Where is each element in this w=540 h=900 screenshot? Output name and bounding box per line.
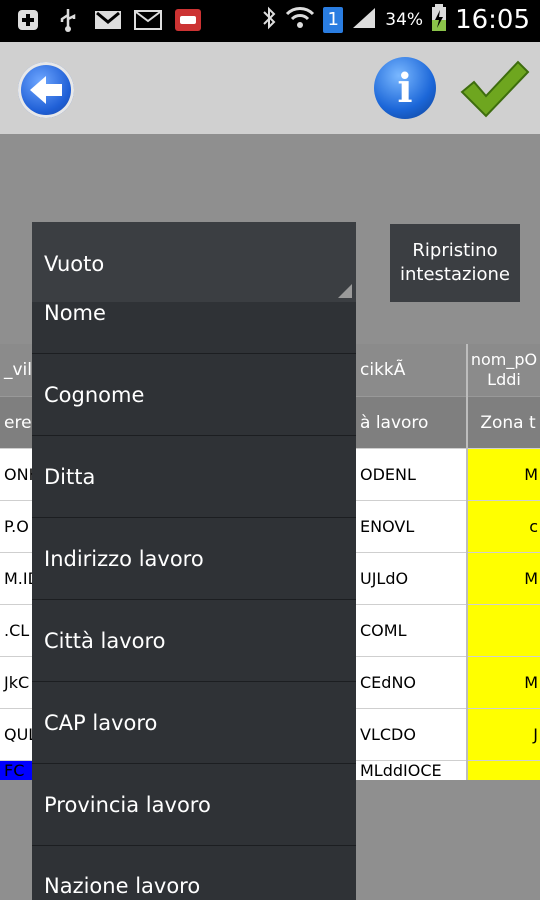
grid-cell[interactable]: .CL	[0, 604, 32, 656]
grid-cell[interactable]: COML	[356, 604, 466, 656]
battery-charging-icon	[431, 4, 447, 36]
grid-column-right: nom_pO Lddi Zona t M c M M J	[468, 344, 540, 780]
dropdown-item-label: Città lavoro	[44, 629, 166, 653]
grid-subheader: à lavoro	[356, 396, 466, 448]
grid-cell[interactable]: VLCDO	[356, 708, 466, 760]
dropdown-item-label: Nome	[44, 302, 106, 325]
back-arrow-icon	[30, 76, 62, 104]
car-icon	[174, 7, 202, 33]
grid-header: nom_pO Lddi	[468, 344, 540, 396]
dropdown-item[interactable]: Indirizzo lavoro	[32, 518, 356, 600]
grid-cell[interactable]: M.ID	[0, 552, 32, 604]
status-bar-system: 1 34% 16:05	[261, 4, 530, 36]
dropdown-item-label: Nazione lavoro	[44, 874, 201, 898]
back-button[interactable]	[18, 62, 74, 118]
clock-time: 16:05	[455, 5, 530, 35]
dropdown-item-label: Ditta	[44, 465, 96, 489]
dropdown-item[interactable]: Città lavoro	[32, 600, 356, 682]
spinner-selected-value: Vuoto	[44, 252, 105, 276]
dropdown-item-label: Cognome	[44, 383, 145, 407]
grid-subheader: Zona t	[468, 396, 540, 448]
grid-cell[interactable]: c	[468, 500, 540, 552]
grid-cell[interactable]: CEdNO	[356, 656, 466, 708]
grid-subheader: ereç	[0, 396, 41, 448]
grid-cell[interactable]: UJLdO	[356, 552, 466, 604]
reset-header-label-line2: intestazione	[400, 264, 510, 285]
grid-cell[interactable]: ODENL	[356, 448, 466, 500]
dropdown-item-label: Indirizzo lavoro	[44, 547, 204, 571]
dropdown-item[interactable]: Ditta	[32, 436, 356, 518]
grid-column-left: _vil ereç ONK P.O M.ID .CL JkC QUL FC	[0, 344, 41, 780]
notification-count: 1	[327, 9, 339, 30]
grid-cell[interactable]: P.O	[0, 500, 32, 552]
dropdown-item[interactable]: CAP lavoro	[32, 682, 356, 764]
info-icon: i	[397, 65, 413, 112]
grid-cell[interactable]: ONK	[0, 448, 32, 500]
grid-cell[interactable]: M	[468, 448, 540, 500]
status-bar: 1 34% 16:05	[0, 0, 540, 42]
dropdown-list[interactable]: Nome Cognome Ditta Indirizzo lavoro Citt…	[32, 302, 356, 900]
grid-header-line: nom_pO	[470, 350, 538, 369]
grid-cell[interactable]	[468, 760, 540, 780]
status-bar-notifications	[14, 7, 202, 33]
gmail-icon	[94, 7, 122, 33]
dropdown-arrow-icon	[338, 284, 352, 298]
dropdown-item-label: Provincia lavoro	[44, 793, 211, 817]
grid-cell[interactable]: FC	[0, 760, 32, 780]
confirm-button[interactable]	[458, 56, 530, 122]
action-bar: i	[0, 42, 540, 134]
mail-icon	[134, 7, 162, 33]
battery-percent: 34%	[385, 10, 424, 30]
grid-cell[interactable]: M	[468, 552, 540, 604]
plus-icon	[14, 7, 42, 33]
bluetooth-icon	[261, 5, 277, 35]
dropdown-item[interactable]: Provincia lavoro	[32, 764, 356, 846]
dropdown-item[interactable]: Nazione lavoro	[32, 846, 356, 900]
reset-header-label-line1: Ripristino	[412, 240, 498, 261]
grid-cell[interactable]	[468, 604, 540, 656]
dropdown-item[interactable]: Cognome	[32, 354, 356, 436]
grid-header: _vil	[0, 344, 32, 396]
notification-badge-icon: 1	[323, 7, 344, 33]
signal-icon	[351, 6, 377, 34]
grid-cell[interactable]: ENOVL	[356, 500, 466, 552]
grid-header-line: Lddi	[487, 370, 521, 389]
grid-cell[interactable]: QUL	[0, 708, 32, 760]
grid-column-middle: cikkÃ à lavoro ODENL ENOVL UJLdO COML CE…	[356, 344, 468, 780]
dropdown-item[interactable]: Nome	[32, 302, 356, 354]
reset-header-button[interactable]: Ripristino intestazione	[390, 224, 520, 302]
checkmark-icon	[460, 60, 530, 118]
wifi-icon	[285, 5, 315, 35]
usb-icon	[54, 7, 82, 33]
info-button[interactable]: i	[374, 57, 436, 119]
grid-header: cikkÃ	[356, 344, 466, 396]
dropdown-item-label: CAP lavoro	[44, 711, 158, 735]
field-select-spinner[interactable]: Vuoto	[32, 222, 356, 302]
grid-cell[interactable]: JkC	[0, 656, 32, 708]
grid-cell[interactable]: J	[468, 708, 540, 760]
grid-cell[interactable]: MLddIOCE	[356, 760, 466, 780]
grid-cell[interactable]: M	[468, 656, 540, 708]
